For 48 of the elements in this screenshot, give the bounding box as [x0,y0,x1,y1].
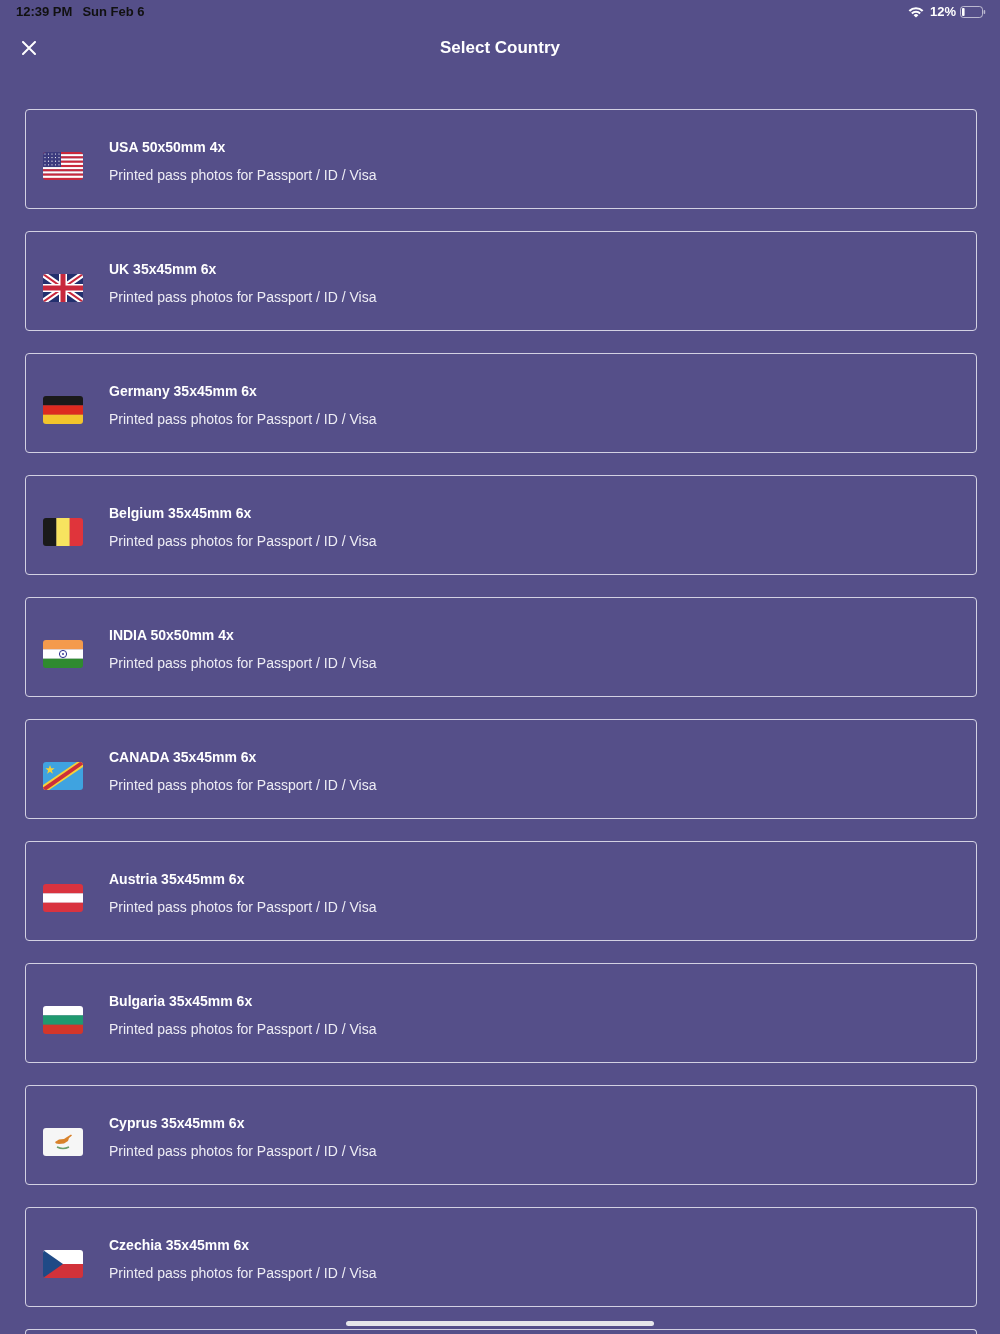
country-option[interactable]: Germany 35x45mm 6x Printed pass photos for Passport / ID / Visa [25,353,977,453]
czechia-flag-icon [43,1250,83,1278]
india-flag-icon [43,640,83,668]
battery-icon [960,6,986,18]
option-subtitle: Printed pass photos for Passport / ID / Visa [109,1264,377,1283]
close-icon [22,41,36,55]
wifi-icon [907,6,924,18]
close-button[interactable] [20,39,38,57]
germany-flag-icon [43,396,83,424]
austria-flag-icon [43,884,83,912]
option-subtitle: Printed pass photos for Passport / ID / Visa [109,410,377,429]
usa-flag-icon [43,152,83,180]
option-title: Belgium 35x45mm 6x [109,504,253,523]
option-subtitle: Printed pass photos for Passport / ID / Visa [109,532,377,551]
option-subtitle: Printed pass photos for Passport / ID / Visa [109,776,377,795]
option-title: USA 50x50mm 4x [109,138,227,157]
option-title: Austria 35x45mm 6x [109,870,246,889]
country-option[interactable]: Belgium 35x45mm 6x Printed pass photos for Passport / ID / Visa [25,475,977,575]
country-option[interactable]: Austria 35x45mm 6x Printed pass photos for Passport / ID / Visa [25,841,977,941]
uk-flag-icon [43,274,83,302]
status-date: Sun Feb 6 [82,4,145,20]
star-diagonal-flag-icon [43,762,83,790]
option-subtitle: Printed pass photos for Passport / ID / Visa [109,898,377,917]
option-subtitle: Printed pass photos for Passport / ID / Visa [109,166,377,185]
country-option[interactable]: USA 50x50mm 4x Printed pass photos for Passport / ID / Visa [25,109,977,209]
country-option[interactable]: Czechia 35x45mm 6x Printed pass photos for Passport / ID / Visa [25,1207,977,1307]
country-option[interactable]: Cyprus 35x45mm 6x Printed pass photos for Passport / ID / Visa [25,1085,977,1185]
belgium-flag-icon [43,518,83,546]
country-option[interactable]: UK 35x45mm 6x Printed pass photos for Passport / ID / Visa [25,231,977,331]
option-title: Cyprus 35x45mm 6x [109,1114,246,1133]
status-time: 12:39 PM [16,4,73,20]
option-title: INDIA 50x50mm 4x [109,626,235,645]
option-subtitle: Printed pass photos for Passport / ID / Visa [109,1020,377,1039]
battery-percentage: 12% [929,4,956,20]
option-title: Germany 35x45mm 6x [109,382,258,401]
country-option[interactable]: INDIA 50x50mm 4x Printed pass photos for Passport / ID / Visa [25,597,977,697]
country-option[interactable]: CANADA 35x45mm 6x Printed pass photos for Passport / ID / Visa [25,719,977,819]
option-subtitle: Printed pass photos for Passport / ID / Visa [109,288,377,307]
bulgaria-flag-icon [43,1006,83,1034]
country-option[interactable]: Bulgaria 35x45mm 6x Printed pass photos for Passport / ID / Visa [25,963,977,1063]
option-subtitle: Printed pass photos for Passport / ID / Visa [109,1142,377,1161]
option-title: Bulgaria 35x45mm 6x [109,992,254,1011]
option-subtitle: Printed pass photos for Passport / ID / Visa [109,654,377,673]
option-title: CANADA 35x45mm 6x [109,748,258,767]
option-title: UK 35x45mm 6x [109,260,218,279]
option-title: Czechia 35x45mm 6x [109,1236,251,1255]
cyprus-flag-icon [43,1128,83,1156]
screen-title: Select Country [440,37,560,59]
